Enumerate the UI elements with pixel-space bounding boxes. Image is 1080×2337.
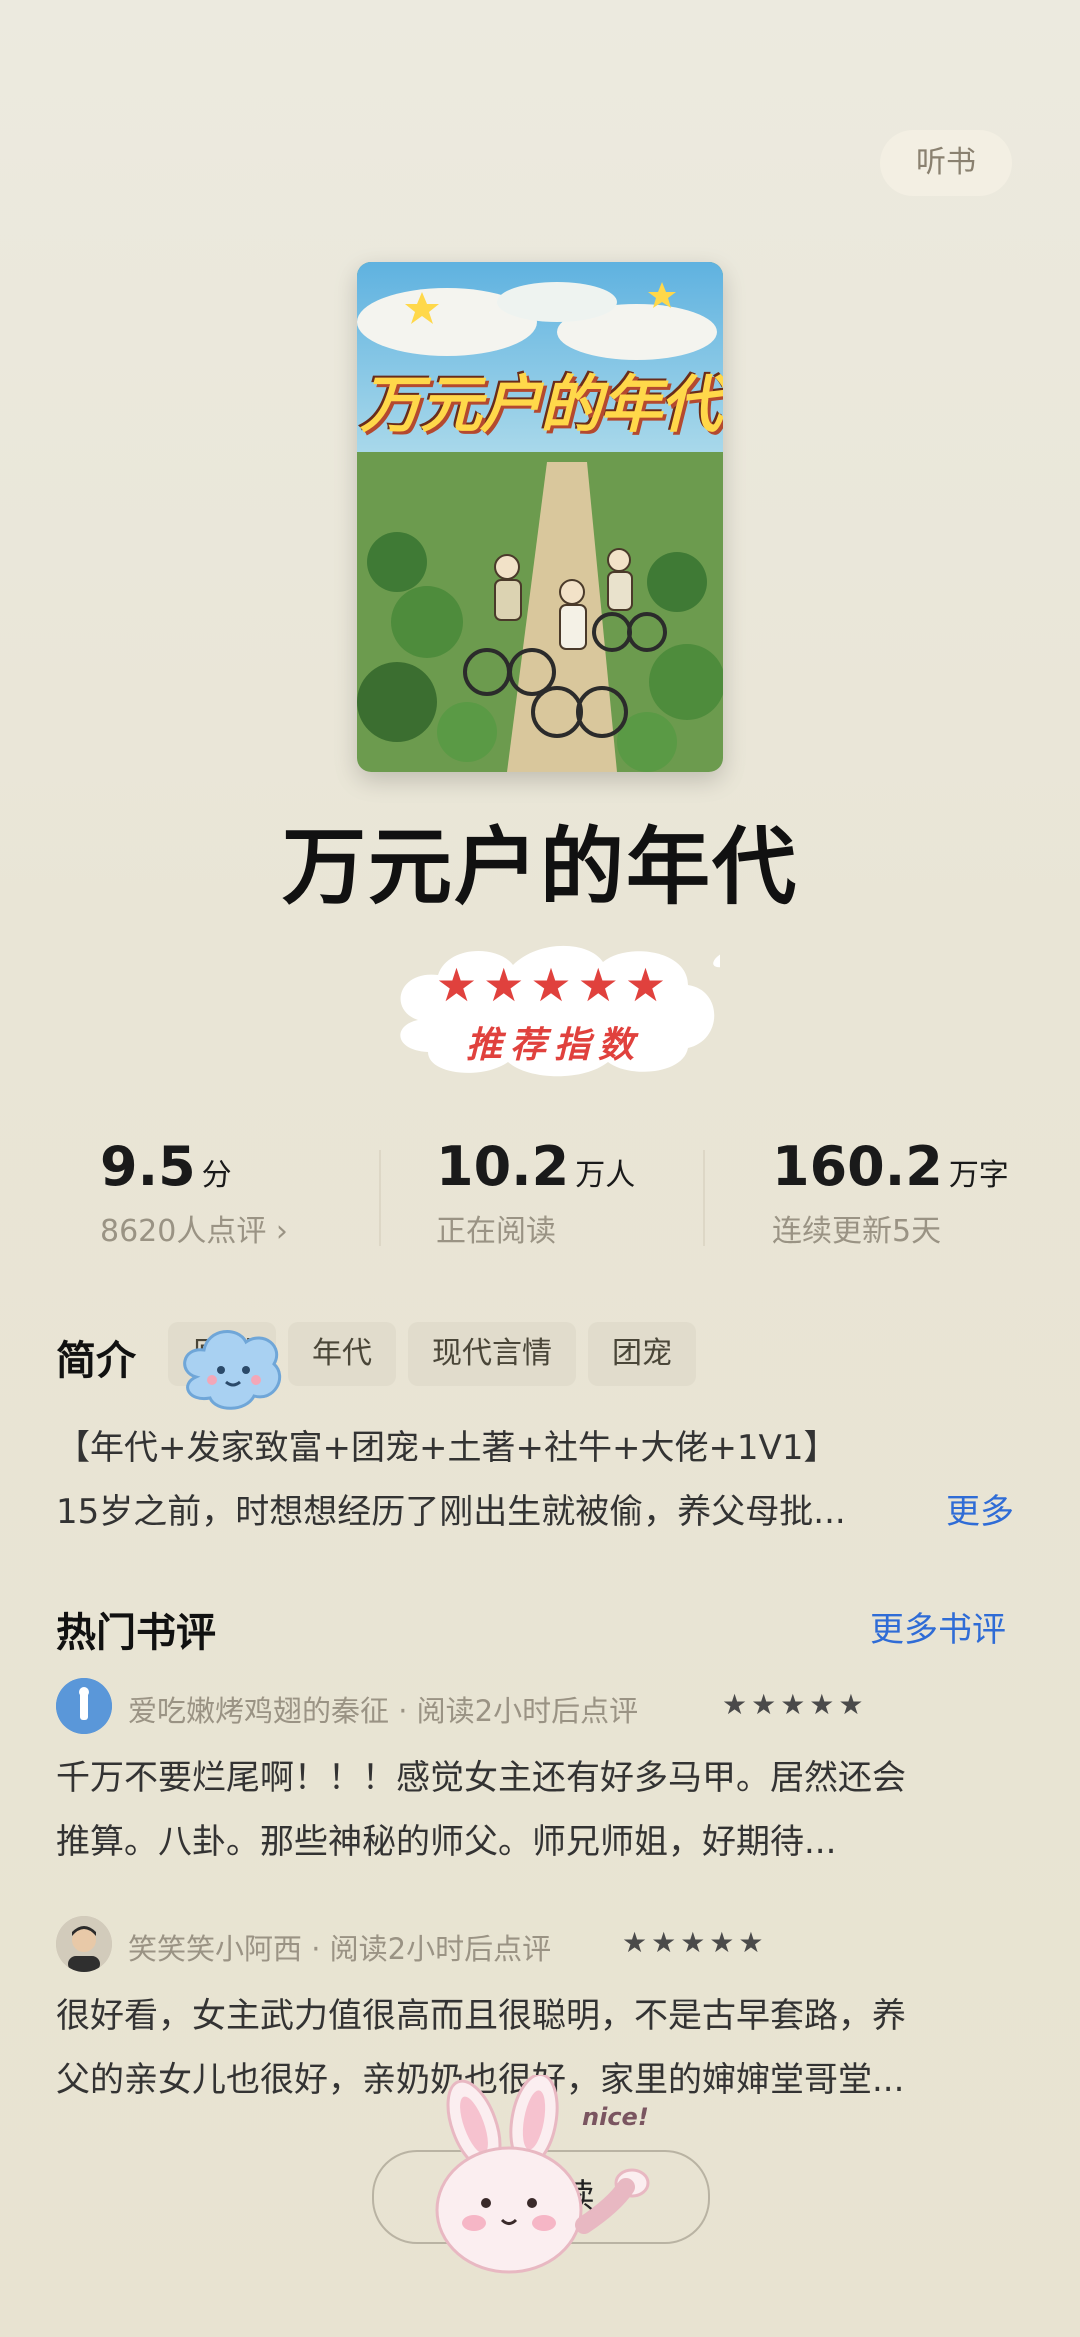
cloud-sticker <box>183 1330 281 1410</box>
readers-unit: 万人 <box>575 1158 636 1193</box>
review-stars: ★★★★★ <box>622 1926 768 1959</box>
cover-title: 万元户的年代 <box>359 368 722 441</box>
intro-keywords: 【年代+发家致富+团宠+土著+社牛+大佬+1V1】 <box>56 1428 838 1468</box>
tag-era[interactable]: 年代 <box>288 1322 396 1386</box>
review-text-line[interactable]: 千万不要烂尾啊！！！感觉女主还有好多马甲。居然还会 <box>56 1746 906 1810</box>
book-title: 万元户的年代 <box>281 818 798 916</box>
bunny-sticker: nice! <box>414 2073 674 2295</box>
reviewer-avatar[interactable] <box>56 1678 112 1734</box>
review-text-line[interactable]: 很好看，女主武力值很高而且很聪明，不是古早套路，养 <box>56 1984 906 2048</box>
stat-divider <box>379 1150 381 1246</box>
stat-divider <box>703 1150 705 1246</box>
cover-illustration <box>357 262 723 772</box>
readers-value: 10.2 <box>436 1135 570 1198</box>
intro-more-link[interactable]: 更多 <box>946 1484 1014 1533</box>
score-value: 9.5 <box>100 1135 196 1198</box>
intro-summary: 15岁之前，时想想经历了刚出生就被偷，养父母批... <box>56 1492 846 1532</box>
recommend-badge: ★★★★★ 推荐指数 <box>388 940 720 1080</box>
readers-label: 正在阅读 <box>436 1214 556 1249</box>
listen-button[interactable]: 听书 <box>880 130 1012 196</box>
recommend-stars: ★★★★★ <box>435 958 673 1012</box>
sticker-text: nice! <box>582 2103 649 2131</box>
book-cover[interactable]: 万元户的年代 <box>357 262 723 772</box>
tag-group-pet[interactable]: 团宠 <box>588 1322 696 1386</box>
score-unit: 分 <box>201 1158 232 1193</box>
words-value: 160.2 <box>772 1135 943 1198</box>
stat-score[interactable]: 9.5 分 8620人点评 › <box>100 1135 288 1250</box>
more-reviews-link[interactable]: 更多书评 <box>870 1602 1006 1651</box>
review-stars: ★★★★★ <box>722 1688 868 1721</box>
review-meta: 爱吃嫩烤鸡翅的秦征 · 阅读2小时后点评 <box>128 1694 639 1728</box>
intro-title: 简介 <box>56 1338 136 1384</box>
review-count-link[interactable]: 8620人点评 › <box>100 1206 288 1250</box>
words-unit: 万字 <box>948 1158 1009 1193</box>
update-status: 连续更新5天 <box>772 1214 942 1249</box>
review-text-line[interactable]: 推算。八卦。那些神秘的师父。师兄师姐，好期待... <box>56 1810 836 1874</box>
stat-readers: 10.2 万人 正在阅读 <box>436 1135 635 1250</box>
recommend-label: 推荐指数 <box>465 1025 642 1066</box>
reviewer-avatar[interactable] <box>56 1916 112 1972</box>
tag-modern-romance[interactable]: 现代言情 <box>408 1322 576 1386</box>
stat-words: 160.2 万字 连续更新5天 <box>772 1135 1009 1250</box>
hot-reviews-title: 热门书评 <box>56 1610 216 1656</box>
review-meta: 笑笑笑小阿西 · 阅读2小时后点评 <box>128 1932 552 1966</box>
